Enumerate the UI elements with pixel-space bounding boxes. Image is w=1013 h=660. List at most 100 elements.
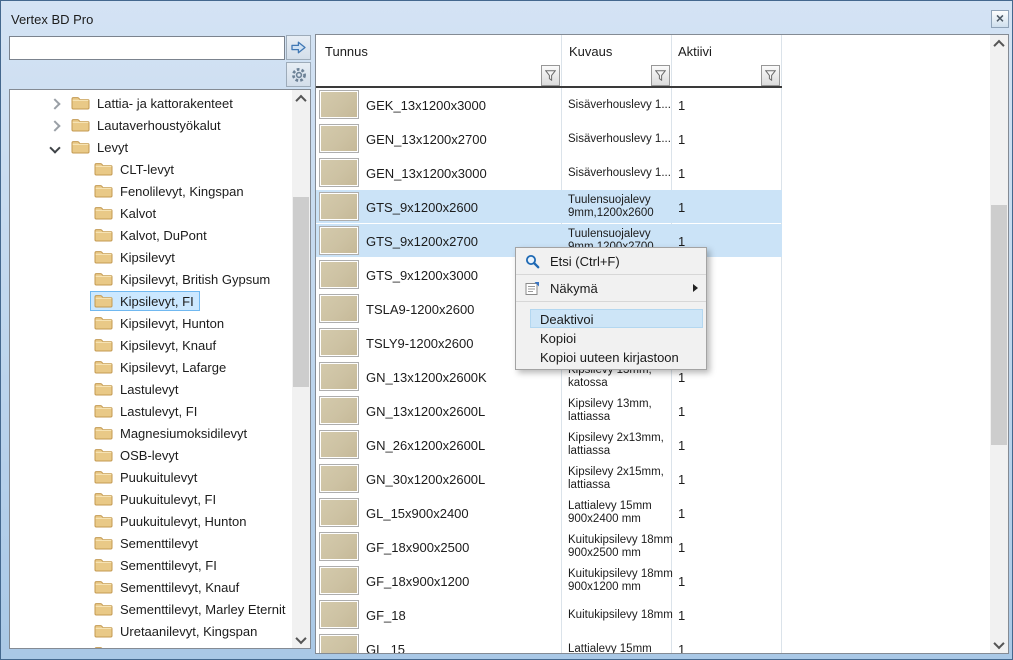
folder-icon-slot bbox=[94, 382, 113, 396]
tree-item-content[interactable]: Kipsilevyt bbox=[90, 247, 181, 267]
tree-item[interactable]: Vanerilevyt bbox=[10, 642, 292, 648]
tree-item[interactable]: Puukuitulevyt bbox=[10, 466, 292, 488]
tree-item-content[interactable]: Fenolilevyt, Kingspan bbox=[90, 181, 250, 201]
tree-item[interactable]: Levyt bbox=[10, 136, 292, 158]
tree-item[interactable]: Magnesiumoksidilevyt bbox=[10, 422, 292, 444]
tree-item-content[interactable]: Sementtilevyt, FI bbox=[90, 555, 223, 575]
table-row[interactable]: GEN_13x1200x2700 Sisäverhouslevy 1... 1 bbox=[316, 122, 990, 156]
tree-item-content[interactable]: Vanerilevyt bbox=[90, 643, 189, 648]
tree-item-content[interactable]: Lattia- ja kattorakenteet bbox=[67, 93, 239, 113]
tree-item[interactable]: Sementtilevyt bbox=[10, 532, 292, 554]
tree-item[interactable]: Lautaverhoustyökalut bbox=[10, 114, 292, 136]
table-row[interactable]: GL_15 Lattialevy 15mm 1 bbox=[316, 632, 990, 653]
tree-item-content[interactable]: Puukuitulevyt bbox=[90, 467, 203, 487]
table-scrollbar-thumb[interactable] bbox=[991, 205, 1007, 445]
tree-item[interactable]: Sementtilevyt, FI bbox=[10, 554, 292, 576]
column-header-aktiivi[interactable]: Aktiivi bbox=[678, 44, 712, 59]
tree-item[interactable]: Kalvot, DuPont bbox=[10, 224, 292, 246]
tree-item-content[interactable]: Kipsilevyt, Lafarge bbox=[90, 357, 232, 377]
column-header-tunnus[interactable]: Tunnus bbox=[325, 44, 368, 59]
tree-item[interactable]: Uretaanilevyt, Kingspan bbox=[10, 620, 292, 642]
tree-item-content[interactable]: OSB-levyt bbox=[90, 445, 185, 465]
table-row[interactable]: GF_18 Kuitukipsilevy 18mm 1 bbox=[316, 598, 990, 632]
scroll-down-icon[interactable] bbox=[292, 631, 310, 648]
menu-item-etsi[interactable]: Etsi (Ctrl+F) bbox=[516, 248, 706, 274]
tree-scrollbar[interactable] bbox=[292, 90, 310, 648]
table-row[interactable]: GL_15x900x2400 Lattialevy 15mm 900x2400 … bbox=[316, 496, 990, 530]
tree-item[interactable]: Sementtilevyt, Marley Eternit bbox=[10, 598, 292, 620]
settings-button[interactable] bbox=[286, 62, 311, 87]
cell-tunnus: GF_18x900x1200 bbox=[366, 574, 469, 589]
folder-icon bbox=[94, 294, 113, 308]
tree-item[interactable]: Lastulevyt, FI bbox=[10, 400, 292, 422]
table-row[interactable]: GF_18x900x1200 Kuitukipsilevy 18mm 900x1… bbox=[316, 564, 990, 598]
tree-item-label: Sementtilevyt bbox=[120, 536, 198, 551]
table-row[interactable]: GN_13x1200x2600L Kipsilevy 13mm, lattias… bbox=[316, 394, 990, 428]
table-row[interactable]: GN_30x1200x2600L Kipsilevy 2x15mm, latti… bbox=[316, 462, 990, 496]
close-button[interactable]: × bbox=[991, 10, 1009, 28]
tree-expander-icon[interactable] bbox=[49, 142, 60, 153]
tree-item[interactable]: CLT-levyt bbox=[10, 158, 292, 180]
menu-item-label: Näkymä bbox=[550, 281, 598, 296]
go-button[interactable] bbox=[286, 35, 311, 60]
tree-item-content[interactable]: Lastulevyt bbox=[90, 379, 185, 399]
column-header-kuvaus[interactable]: Kuvaus bbox=[569, 44, 612, 59]
tree-item-content[interactable]: Lautaverhoustyökalut bbox=[67, 115, 227, 135]
scroll-up-icon[interactable] bbox=[292, 90, 310, 107]
filter-button-kuvaus[interactable] bbox=[651, 65, 670, 86]
folder-icon-slot bbox=[94, 294, 113, 308]
tree-item[interactable]: Kipsilevyt, Lafarge bbox=[10, 356, 292, 378]
tree-item-content[interactable]: Kalvot bbox=[90, 203, 162, 223]
tree-item[interactable]: Puukuitulevyt, FI bbox=[10, 488, 292, 510]
table-row[interactable]: GEK_13x1200x3000 Sisäverhouslevy 1... 1 bbox=[316, 88, 990, 122]
tree-item-content[interactable]: Puukuitulevyt, Hunton bbox=[90, 511, 252, 531]
scroll-down-icon[interactable] bbox=[990, 636, 1008, 653]
tree-item[interactable]: Fenolilevyt, Kingspan bbox=[10, 180, 292, 202]
search-input[interactable] bbox=[9, 36, 285, 60]
tree-item-content[interactable]: Sementtilevyt bbox=[90, 533, 204, 553]
folder-icon bbox=[94, 316, 113, 330]
tree-item-content[interactable]: Kalvot, DuPont bbox=[90, 225, 213, 245]
table-row[interactable]: GTS_9x1200x2600 Tuulensuojalevy 9mm,1200… bbox=[316, 190, 990, 224]
folder-icon-slot bbox=[94, 470, 113, 484]
table-scrollbar[interactable] bbox=[990, 35, 1008, 653]
tree-item[interactable]: Kipsilevyt, Hunton bbox=[10, 312, 292, 334]
tree-item[interactable]: OSB-levyt bbox=[10, 444, 292, 466]
tree-item-content[interactable]: Magnesiumoksidilevyt bbox=[90, 423, 253, 443]
tree-item-content[interactable]: Kipsilevyt, Knauf bbox=[90, 335, 222, 355]
tree-item-content[interactable]: Lastulevyt, FI bbox=[90, 401, 203, 421]
tree-item-content[interactable]: Kipsilevyt, Hunton bbox=[90, 313, 230, 333]
tree-item-content[interactable]: Sementtilevyt, Knauf bbox=[90, 577, 245, 597]
menu-item-nakyma[interactable]: Näkymä bbox=[516, 275, 706, 301]
cell-kuvaus-text: Lattialevy 15mm 900x2400 mm bbox=[568, 500, 674, 526]
table-row[interactable]: GF_18x900x2500 Kuitukipsilevy 18mm 900x2… bbox=[316, 530, 990, 564]
tree-item-content[interactable]: Levyt bbox=[67, 137, 134, 157]
table-row[interactable]: GEN_13x1200x3000 Sisäverhouslevy 1... 1 bbox=[316, 156, 990, 190]
filter-button-tunnus[interactable] bbox=[541, 65, 560, 86]
tree-expander-icon[interactable] bbox=[49, 120, 60, 131]
tree-item[interactable]: Puukuitulevyt, Hunton bbox=[10, 510, 292, 532]
menu-item-kopioi-uuteen-kirjastoon[interactable]: Kopioi uuteen kirjastoon bbox=[530, 347, 703, 366]
tree-item-content[interactable]: Kipsilevyt, British Gypsum bbox=[90, 269, 276, 289]
tree-item[interactable]: Kipsilevyt, British Gypsum bbox=[10, 268, 292, 290]
tree-item-content[interactable]: Sementtilevyt, Marley Eternit bbox=[90, 599, 291, 619]
tree-item-content[interactable]: Kipsilevyt, FI bbox=[90, 291, 200, 311]
menu-item-deaktivoi[interactable]: Deaktivoi bbox=[530, 309, 703, 328]
tree-item-content[interactable]: Uretaanilevyt, Kingspan bbox=[90, 621, 263, 641]
menu-item-kopioi[interactable]: Kopioi bbox=[530, 328, 703, 347]
tree-item[interactable]: Kipsilevyt, Knauf bbox=[10, 334, 292, 356]
tree-item[interactable]: Lastulevyt bbox=[10, 378, 292, 400]
tree-item[interactable]: Kipsilevyt bbox=[10, 246, 292, 268]
tree-item[interactable]: Kipsilevyt, FI bbox=[10, 290, 292, 312]
scroll-up-icon[interactable] bbox=[990, 35, 1008, 52]
tree-item-content[interactable]: CLT-levyt bbox=[90, 159, 180, 179]
folder-icon-slot bbox=[94, 206, 113, 220]
tree-expander-icon[interactable] bbox=[49, 98, 60, 109]
tree-scrollbar-thumb[interactable] bbox=[293, 197, 309, 387]
tree-item[interactable]: Kalvot bbox=[10, 202, 292, 224]
tree-item[interactable]: Sementtilevyt, Knauf bbox=[10, 576, 292, 598]
tree-item-content[interactable]: Puukuitulevyt, FI bbox=[90, 489, 222, 509]
table-row[interactable]: GN_26x1200x2600L Kipsilevy 2x13mm, latti… bbox=[316, 428, 990, 462]
filter-button-aktiivi[interactable] bbox=[761, 65, 780, 86]
tree-item[interactable]: Lattia- ja kattorakenteet bbox=[10, 92, 292, 114]
